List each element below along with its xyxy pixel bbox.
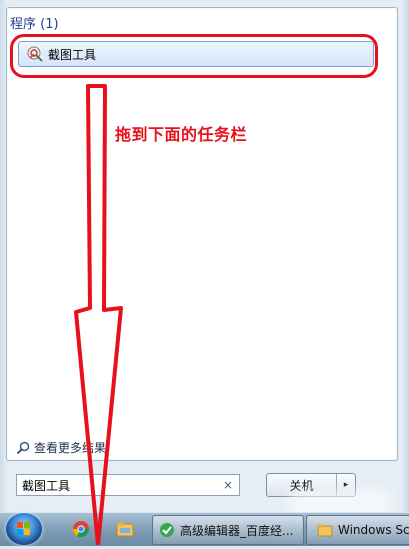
taskbar-pinned-chrome[interactable]	[72, 514, 90, 544]
explorer-icon	[116, 522, 134, 537]
see-more-results-label: 查看更多结果	[34, 441, 107, 455]
windows-logo-icon	[17, 522, 30, 535]
taskbar-task-label: Windows Sc	[338, 523, 409, 537]
taskbar-task-windows[interactable]: Windows Sc	[306, 515, 409, 545]
section-title-programs: 程序 (1)	[10, 17, 59, 32]
taskbar-task-label: 高级编辑器_百度经...	[180, 523, 294, 538]
annotation-text: 拖到下面的任务栏	[115, 125, 248, 144]
start-orb-button[interactable]	[6, 513, 42, 545]
chrome-icon	[72, 521, 90, 538]
clear-search-button[interactable]: ×	[220, 478, 236, 492]
search-icon	[16, 441, 30, 454]
start-search-value[interactable]: 截图工具	[17, 477, 220, 494]
taskbar-task-editor[interactable]: 高级编辑器_百度经...	[152, 515, 304, 545]
start-search-input[interactable]: 截图工具 ×	[16, 474, 240, 496]
folder-icon	[317, 524, 333, 537]
browser-green-icon	[160, 523, 174, 537]
annotation-highlight-ellipse	[10, 34, 378, 78]
see-more-results-link[interactable]: 查看更多结果	[16, 439, 106, 456]
taskbar-pinned-explorer[interactable]	[116, 514, 134, 544]
